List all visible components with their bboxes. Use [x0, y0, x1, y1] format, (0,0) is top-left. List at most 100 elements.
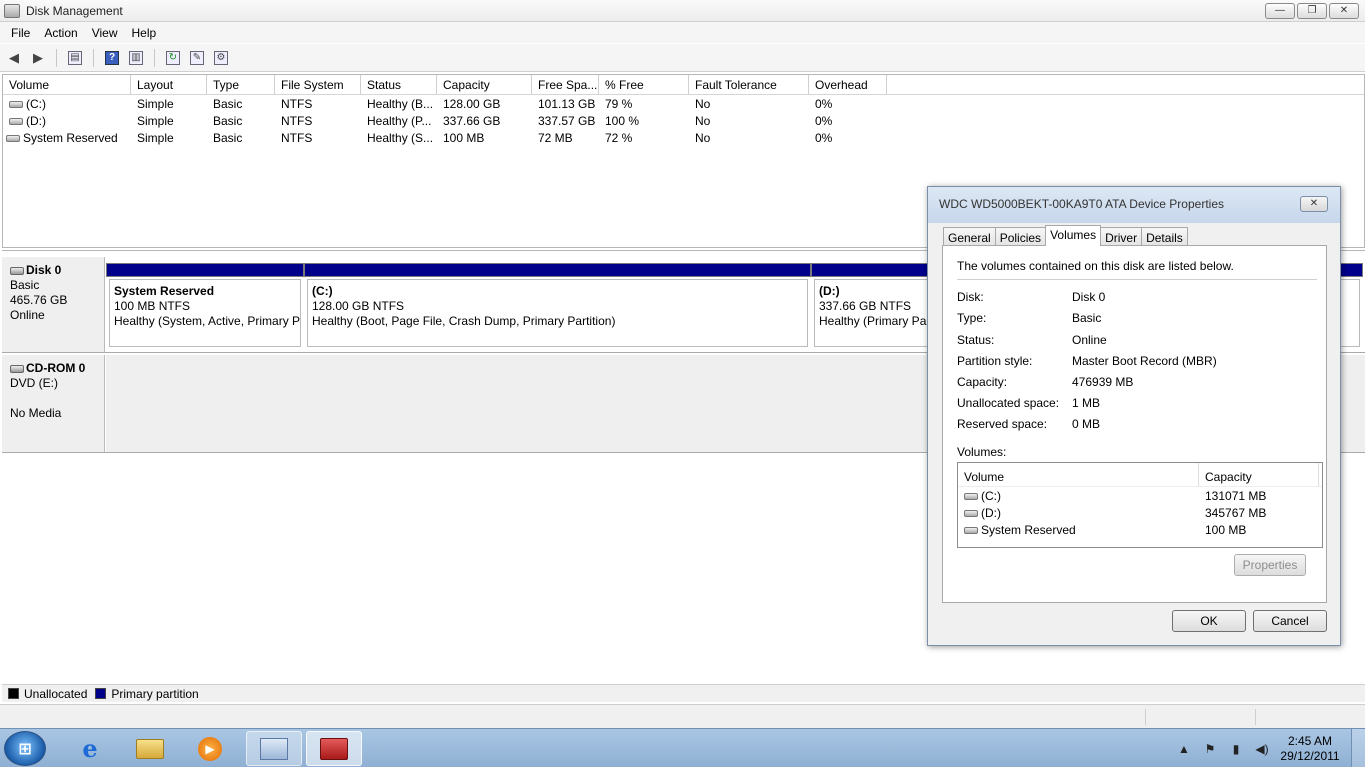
partition-system-reserved[interactable]: System Reserved 100 MB NTFS Healthy (Sys…	[106, 263, 304, 351]
prop-label-capacity: Capacity:	[957, 375, 1008, 389]
system-tray: ▲ ⚑ ▮ ◀) 2:45 AM 29/12/2011	[1171, 729, 1365, 767]
col-dialog-volume[interactable]: Volume	[958, 463, 1199, 486]
prop-value-type: Basic	[1072, 311, 1102, 325]
device-properties-dialog: WDC WD5000BEKT-00KA9T0 ATA Device Proper…	[927, 186, 1341, 646]
prop-label-status: Status:	[957, 333, 995, 347]
col-dialog-capacity[interactable]: Capacity	[1199, 463, 1319, 486]
status-bar	[0, 704, 1365, 728]
col-volume[interactable]: Volume	[3, 75, 131, 94]
legend-primary: Primary partition	[95, 687, 199, 701]
col-status[interactable]: Status	[361, 75, 437, 94]
primary-partition-bar	[106, 263, 304, 277]
action-center-icon[interactable]: ⚑	[1201, 742, 1219, 756]
clock[interactable]: 2:45 AM 29/12/2011	[1275, 734, 1345, 764]
col-overhead[interactable]: Overhead	[809, 75, 887, 94]
windows-logo-icon: ⊞	[18, 740, 32, 758]
title-bar: Disk Management — ❐ ✕	[0, 0, 1365, 22]
table-row[interactable]: System Reserved Simple Basic NTFS Health…	[3, 129, 1364, 146]
divider	[957, 279, 1317, 280]
menu-bar: File Action View Help	[0, 22, 1365, 43]
col-file-system[interactable]: File System	[275, 75, 361, 94]
dialog-close-button[interactable]: ✕	[1300, 196, 1328, 212]
hard-disk-icon	[10, 266, 24, 275]
prop-label-partition-style: Partition style:	[957, 354, 1033, 368]
minimize-button[interactable]: —	[1265, 3, 1295, 19]
volume-icon[interactable]: ◀)	[1253, 742, 1271, 756]
menu-file[interactable]: File	[4, 26, 37, 40]
list-item[interactable]: (C:) 131071 MB	[958, 487, 1322, 504]
prop-value-disk: Disk 0	[1072, 290, 1106, 304]
action-pane-icon[interactable]: ▥	[126, 48, 146, 68]
cd-drive-icon	[10, 364, 24, 373]
table-row[interactable]: (D:) Simple Basic NTFS Healthy (P... 337…	[3, 112, 1364, 129]
drive-icon	[964, 492, 978, 500]
cancel-button[interactable]: Cancel	[1253, 610, 1327, 632]
volume-properties-button[interactable]: Properties	[1234, 554, 1306, 576]
col-type[interactable]: Type	[207, 75, 275, 94]
restore-button[interactable]: ❐	[1297, 3, 1327, 19]
prop-value-partition-style: Master Boot Record (MBR)	[1072, 354, 1217, 368]
network-icon[interactable]: ▮	[1227, 742, 1245, 756]
legend-unallocated: Unallocated	[8, 687, 87, 701]
cdrom-0-label[interactable]: CD-ROM 0 DVD (E:) No Media	[2, 355, 105, 452]
tab-policies[interactable]: Policies	[994, 227, 1047, 246]
dialog-volumes-header: Volume Capacity	[958, 463, 1322, 487]
prop-value-reserved: 0 MB	[1072, 417, 1101, 431]
windows-explorer-icon[interactable]	[122, 731, 178, 766]
partition-c[interactable]: (C:) 128.00 GB NTFS Healthy (Boot, Page …	[304, 263, 811, 351]
list-item[interactable]: System Reserved 100 MB	[958, 521, 1322, 538]
toolbar: ◀ ▶ ▤ ? ▥ ↻ ✎ ⚙	[0, 44, 1365, 72]
refresh-icon[interactable]: ↻	[163, 48, 183, 68]
toolbar-separator	[56, 48, 57, 67]
col-layout[interactable]: Layout	[131, 75, 207, 94]
back-arrow-icon[interactable]: ◀	[4, 48, 24, 68]
tab-driver[interactable]: Driver	[1100, 227, 1143, 246]
start-button[interactable]: ⊞	[4, 731, 46, 766]
disk-0-label[interactable]: Disk 0 Basic 465.76 GB Online	[2, 257, 105, 352]
tab-volumes[interactable]: Volumes	[1045, 225, 1102, 246]
col-capacity[interactable]: Capacity	[437, 75, 532, 94]
col-fault-tolerance[interactable]: Fault Tolerance	[689, 75, 809, 94]
internet-explorer-icon[interactable]: e	[62, 731, 118, 766]
prop-value-capacity: 476939 MB	[1072, 375, 1134, 389]
dialog-volumes-list: Volume Capacity (C:) 131071 MB (D:) 3457…	[957, 462, 1323, 548]
drive-icon	[6, 134, 20, 142]
menu-action[interactable]: Action	[37, 26, 84, 40]
clock-date: 29/12/2011	[1280, 748, 1340, 763]
drive-icon	[9, 117, 23, 125]
help-icon[interactable]: ?	[102, 48, 122, 68]
console-tree-icon[interactable]: ▤	[65, 48, 85, 68]
drive-icon	[964, 526, 978, 534]
show-desktop-button[interactable]	[1351, 729, 1365, 767]
prop-value-status: Online	[1072, 333, 1107, 347]
unallocated-swatch	[8, 688, 19, 699]
table-row[interactable]: (C:) Simple Basic NTFS Healthy (B... 128…	[3, 95, 1364, 112]
prop-label-disk: Disk:	[957, 290, 984, 304]
disk-management-task-icon[interactable]	[306, 731, 362, 766]
status-segment	[1145, 709, 1146, 725]
forward-arrow-icon[interactable]: ▶	[28, 48, 48, 68]
menu-help[interactable]: Help	[125, 26, 164, 40]
disk-management-app-icon	[4, 3, 20, 18]
status-segment	[1255, 709, 1256, 725]
prop-value-unallocated: 1 MB	[1072, 396, 1101, 410]
list-item[interactable]: (D:) 345767 MB	[958, 504, 1322, 521]
computer-management-task-icon[interactable]	[246, 731, 302, 766]
close-button[interactable]: ✕	[1329, 3, 1359, 19]
show-hidden-icons-icon[interactable]: ▲	[1175, 742, 1193, 756]
prop-label-unallocated: Unallocated space:	[957, 396, 1060, 410]
menu-view[interactable]: View	[85, 26, 125, 40]
ok-button[interactable]: OK	[1172, 610, 1246, 632]
primary-partition-swatch	[95, 688, 107, 699]
dialog-title: WDC WD5000BEKT-00KA9T0 ATA Device Proper…	[928, 187, 1340, 223]
prop-label-reserved: Reserved space:	[957, 417, 1048, 431]
properties-icon[interactable]: ✎	[187, 48, 207, 68]
media-player-icon[interactable]: ▶	[182, 731, 238, 766]
col-percent-free[interactable]: % Free	[599, 75, 689, 94]
tab-details[interactable]: Details	[1141, 227, 1188, 246]
volumes-label: Volumes:	[957, 445, 1007, 459]
clock-time: 2:45 AM	[1287, 733, 1333, 748]
col-free-space[interactable]: Free Spa...	[532, 75, 599, 94]
tab-general[interactable]: General	[943, 227, 996, 246]
rescan-disks-icon[interactable]: ⚙	[211, 48, 231, 68]
